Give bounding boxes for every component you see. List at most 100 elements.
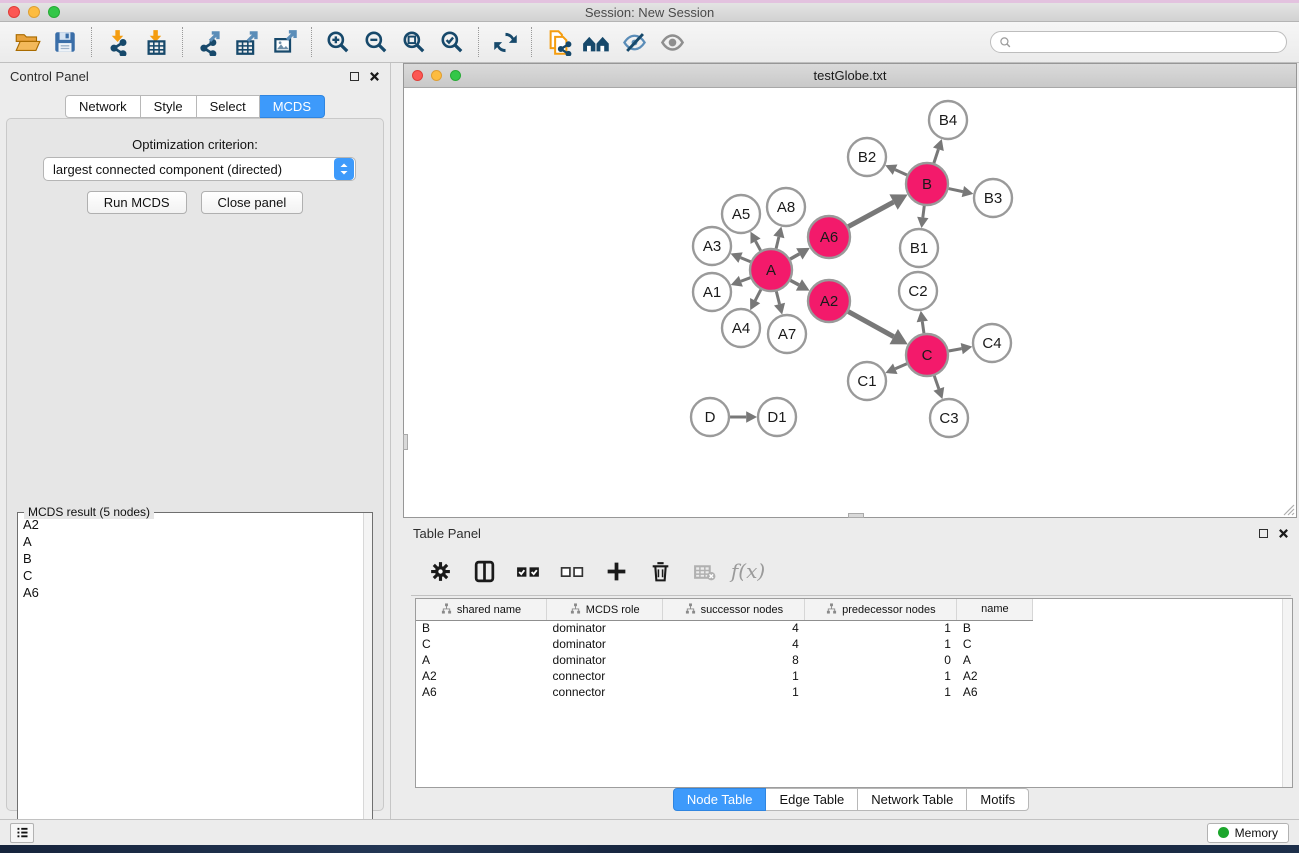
add-column-icon[interactable] [601, 556, 631, 586]
deselect-all-icon[interactable] [557, 556, 587, 586]
show-eye-icon[interactable] [653, 25, 691, 59]
graph-node-A5[interactable]: A5 [722, 195, 760, 233]
edge-A-A4[interactable] [755, 290, 761, 301]
graph-node-B4[interactable]: B4 [929, 101, 967, 139]
cell[interactable]: dominator [547, 636, 663, 652]
mcds-result-item[interactable]: A [19, 533, 362, 550]
graph-node-A6[interactable]: A6 [808, 216, 850, 258]
select-all-icon[interactable] [513, 556, 543, 586]
graph-node-C[interactable]: C [906, 334, 948, 376]
graph-node-B3[interactable]: B3 [974, 179, 1012, 217]
memory-button[interactable]: Memory [1207, 823, 1289, 843]
table-row-B[interactable]: Bdominator41B [416, 620, 1292, 636]
cell[interactable]: 1 [805, 636, 957, 652]
optimization-criterion-dropdown[interactable]: largest connected component (directed) [43, 157, 356, 181]
graph-node-C1[interactable]: C1 [848, 362, 886, 400]
edge-B-B4[interactable] [934, 149, 939, 163]
zoom-selected-icon[interactable] [433, 25, 471, 59]
mcds-result-item[interactable]: A6 [19, 584, 362, 601]
graph-node-D1[interactable]: D1 [758, 398, 796, 436]
table-row-C[interactable]: Cdominator41C [416, 636, 1292, 652]
graph-node-B1[interactable]: B1 [900, 229, 938, 267]
table-scrollbar[interactable] [1282, 599, 1292, 787]
cell[interactable]: 4 [663, 620, 805, 636]
graph-node-B2[interactable]: B2 [848, 138, 886, 176]
close-table-panel-icon[interactable] [1278, 528, 1289, 539]
network-minimize-button[interactable] [431, 70, 442, 81]
edge-C-C2[interactable] [922, 321, 924, 333]
minimize-window-button[interactable] [28, 6, 40, 18]
column-visibility-icon[interactable] [469, 556, 499, 586]
cell[interactable]: 0 [805, 652, 957, 668]
cell[interactable]: B [957, 620, 1033, 636]
cell[interactable]: 1 [805, 684, 957, 700]
cell[interactable]: dominator [547, 652, 663, 668]
graph-node-A3[interactable]: A3 [693, 227, 731, 265]
edge-C-C1[interactable] [895, 364, 907, 369]
search-input[interactable] [1017, 35, 1278, 49]
graph-node-C2[interactable]: C2 [899, 272, 937, 310]
edge-B-B1[interactable] [923, 206, 924, 218]
graph-node-A8[interactable]: A8 [767, 188, 805, 226]
tab-network-table[interactable]: Network Table [858, 788, 967, 811]
graph-node-D[interactable]: D [691, 398, 729, 436]
splitter-handle-bottom[interactable] [848, 513, 864, 518]
network-graph[interactable]: AA1A2A3A4A5A6A7A8BB1B2B3B4CC1C2C3C4DD1 [404, 88, 1296, 517]
zoom-out-icon[interactable] [357, 25, 395, 59]
edge-A-A5[interactable] [756, 241, 761, 250]
edge-A-A2[interactable] [790, 280, 799, 285]
cell[interactable]: 1 [805, 620, 957, 636]
cell[interactable]: 4 [663, 636, 805, 652]
table-settings-gear-icon[interactable] [425, 556, 455, 586]
cell[interactable]: 1 [663, 668, 805, 684]
edge-C-C4[interactable] [949, 349, 962, 351]
home-icon[interactable] [577, 25, 615, 59]
mcds-result-scrollbar[interactable] [363, 513, 372, 853]
tab-edge-table[interactable]: Edge Table [766, 788, 858, 811]
network-zoom-button[interactable] [450, 70, 461, 81]
search-field[interactable] [990, 31, 1287, 53]
cell[interactable]: connector [547, 684, 663, 700]
cell[interactable]: connector [547, 668, 663, 684]
network-close-button[interactable] [412, 70, 423, 81]
run-mcds-button[interactable]: Run MCDS [87, 191, 187, 214]
tab-motifs[interactable]: Motifs [967, 788, 1029, 811]
column-header-shared-name[interactable]: shared name [416, 599, 547, 620]
cell[interactable]: 1 [663, 684, 805, 700]
task-history-button[interactable] [10, 823, 34, 843]
edge-B-B2[interactable] [895, 170, 907, 175]
graph-node-B[interactable]: B [906, 163, 948, 205]
hide-panel-icon[interactable] [615, 25, 653, 59]
edge-A2-C[interactable] [848, 312, 893, 337]
cell[interactable]: A2 [416, 668, 547, 684]
cell[interactable]: A6 [416, 684, 547, 700]
close-window-button[interactable] [8, 6, 20, 18]
cell[interactable]: 1 [805, 668, 957, 684]
duplicate-network-icon[interactable] [539, 25, 577, 59]
zoom-in-icon[interactable] [319, 25, 357, 59]
edge-A-A3[interactable] [741, 258, 751, 262]
float-panel-icon[interactable] [350, 72, 359, 81]
mcds-result-item[interactable]: B [19, 550, 362, 567]
edge-A-A7[interactable] [776, 291, 779, 304]
edge-A-A8[interactable] [776, 237, 779, 249]
cell[interactable]: A [957, 652, 1033, 668]
graph-node-A[interactable]: A [750, 249, 792, 291]
table-row-A6[interactable]: A6connector11A6 [416, 684, 1292, 700]
mcds-result-item[interactable]: C [19, 567, 362, 584]
zoom-window-button[interactable] [48, 6, 60, 18]
graph-node-C4[interactable]: C4 [973, 324, 1011, 362]
edge-A6-B[interactable] [848, 202, 893, 226]
edge-B-B3[interactable] [949, 189, 963, 192]
splitter-handle-left[interactable] [403, 434, 408, 450]
cell[interactable]: A6 [957, 684, 1033, 700]
cell[interactable]: C [957, 636, 1033, 652]
float-table-panel-icon[interactable] [1259, 529, 1268, 538]
tab-select[interactable]: Select [197, 95, 260, 118]
edge-A-A6[interactable] [790, 254, 799, 259]
export-image-icon[interactable] [266, 25, 304, 59]
cell[interactable]: A [416, 652, 547, 668]
column-header-name[interactable]: name [957, 599, 1033, 620]
graph-node-A4[interactable]: A4 [722, 309, 760, 347]
cell[interactable]: B [416, 620, 547, 636]
